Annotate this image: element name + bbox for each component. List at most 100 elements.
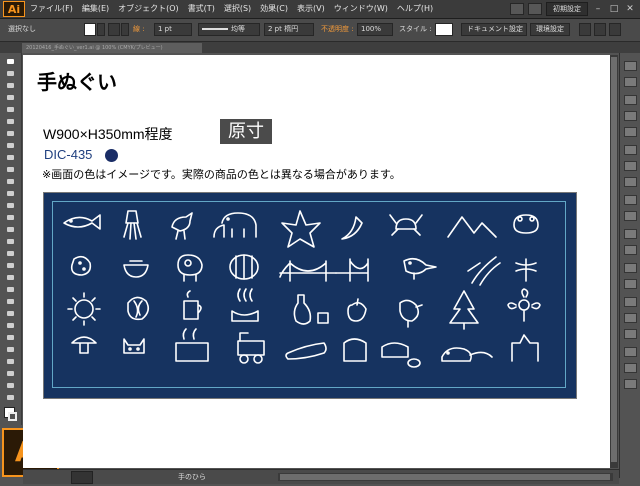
magic-wand-tool-icon[interactable] [5, 81, 16, 90]
menu-help[interactable]: ヘルプ(H) [397, 2, 433, 16]
width-tool-icon[interactable] [5, 225, 16, 234]
stroke-profile-select[interactable]: 均等 [198, 23, 260, 36]
rotate-tool-icon[interactable] [5, 201, 16, 210]
songbird-icon [403, 257, 437, 280]
menu-object[interactable]: オブジェクト(O) [118, 2, 179, 16]
shape-builder-tool-icon[interactable] [5, 249, 16, 258]
bridge-icon[interactable] [510, 3, 524, 15]
scissors-tool-icon[interactable] [5, 369, 16, 378]
stroke-profile-label: 均等 [231, 25, 245, 33]
menu-bar-right: 初期設定 – □ ✕ [510, 2, 636, 16]
stroke-panel-icon[interactable] [624, 145, 637, 155]
artboard[interactable]: 手ぬぐい W900×H350mm程度 原寸 DIC-435 ※画面の色はイメージ… [23, 55, 610, 468]
blob-brush-tool-icon[interactable] [5, 177, 16, 186]
vertical-scrollbar[interactable] [610, 55, 618, 468]
stroke-swatch[interactable] [8, 412, 17, 421]
pencil-tool-icon[interactable] [5, 165, 16, 174]
color-disclaimer: ※画面の色はイメージです。実際の商品の色とは異なる場合があります。 [42, 168, 401, 181]
column-graph-tool-icon[interactable] [5, 333, 16, 342]
gradient-tool-icon[interactable] [5, 285, 16, 294]
brush-select[interactable]: 2 pt 楕円 [264, 23, 314, 36]
document-settings-button[interactable]: ドキュメント設定 [461, 23, 527, 36]
stroke-label[interactable]: 線 : [133, 24, 145, 34]
close-icon[interactable]: ✕ [624, 3, 636, 15]
squid-icon [123, 210, 142, 240]
menu-view[interactable]: 表示(V) [297, 2, 325, 16]
sea-urchin-icon [67, 292, 101, 326]
artboard-tool-icon[interactable] [5, 345, 16, 354]
color-code: DIC-435 [44, 147, 93, 162]
artboards-panel-icon[interactable] [624, 245, 637, 255]
horizontal-scroll-thumb[interactable] [280, 474, 610, 480]
type-tool-icon[interactable] [5, 117, 16, 126]
mountains-icon [447, 216, 497, 238]
vertical-scroll-thumb[interactable] [611, 57, 617, 462]
pen-tool-icon[interactable] [5, 105, 16, 114]
fill-dropdown-icon[interactable] [97, 23, 105, 36]
slice-tool-icon[interactable] [5, 357, 16, 366]
rectangle-tool-icon[interactable] [5, 141, 16, 150]
selection-tool-icon[interactable] [5, 57, 16, 66]
menu-window[interactable]: ウィンドウ(W) [334, 2, 388, 16]
direct-selection-tool-icon[interactable] [5, 69, 16, 78]
pathfinder-panel-icon[interactable] [624, 313, 637, 323]
transform-panel-icon[interactable] [624, 329, 637, 339]
menu-type[interactable]: 書式(T) [188, 2, 215, 16]
minimize-icon[interactable]: – [592, 3, 604, 15]
appearance-panel-icon[interactable] [624, 195, 637, 205]
align-panel-icon[interactable] [624, 297, 637, 307]
color-guide-panel-icon[interactable] [624, 77, 637, 87]
graphic-styles-panel-icon[interactable] [624, 211, 637, 221]
maximize-icon[interactable]: □ [608, 3, 620, 15]
links-panel-icon[interactable] [624, 347, 637, 357]
transform-icon[interactable] [594, 23, 606, 36]
gradient-panel-icon[interactable] [624, 161, 637, 171]
character-panel-icon[interactable] [624, 263, 637, 273]
zoom-field[interactable] [71, 471, 93, 484]
main-menu: ファイル(F) 編集(E) オブジェクト(O) 書式(T) 選択(S) 効果(C… [30, 2, 433, 16]
line-tool-icon[interactable] [5, 129, 16, 138]
symbols-panel-icon[interactable] [624, 127, 637, 137]
brushes-panel-icon[interactable] [624, 111, 637, 121]
arrange-documents-icon[interactable] [528, 3, 542, 15]
paragraph-panel-icon[interactable] [624, 279, 637, 289]
symbol-sprayer-tool-icon[interactable] [5, 321, 16, 330]
graphic-style-select[interactable] [435, 23, 453, 36]
opacity-label[interactable]: 不透明度 : [321, 24, 354, 34]
bridge-span-icon [335, 258, 369, 282]
transparency-panel-icon[interactable] [624, 177, 637, 187]
horizontal-scrollbar[interactable] [278, 473, 613, 481]
layers-panel-icon[interactable] [624, 229, 637, 239]
blend-tool-icon[interactable] [5, 309, 16, 318]
panel-menu-icon[interactable] [609, 23, 621, 36]
eyedropper-tool-icon[interactable] [5, 297, 16, 306]
preferences-button[interactable]: 環境設定 [530, 23, 570, 36]
menu-edit[interactable]: 編集(E) [82, 2, 109, 16]
align-icon[interactable] [579, 23, 591, 36]
zoom-tool-icon[interactable] [5, 393, 16, 402]
mesh-tool-icon[interactable] [5, 273, 16, 282]
stroke-dropdown-icon[interactable] [121, 23, 129, 36]
workspace-switcher[interactable]: 初期設定 [546, 2, 588, 16]
document-tab[interactable]: 20120416_手ぬぐい_ver1.ai @ 100% (CMYK/プレビュー… [22, 43, 202, 53]
menu-select[interactable]: 選択(S) [224, 2, 251, 16]
paintbrush-tool-icon[interactable] [5, 153, 16, 162]
selection-status: 選択なし [8, 25, 36, 33]
eraser-tool-icon[interactable] [5, 189, 16, 198]
opacity-field[interactable]: 100% [357, 23, 393, 36]
perspective-grid-tool-icon[interactable] [5, 261, 16, 270]
free-transform-tool-icon[interactable] [5, 237, 16, 246]
scale-tool-icon[interactable] [5, 213, 16, 222]
lasso-tool-icon[interactable] [5, 93, 16, 102]
menu-effect[interactable]: 効果(C) [260, 2, 288, 16]
navigator-panel-icon[interactable] [624, 363, 637, 373]
info-panel-icon[interactable] [624, 379, 637, 389]
hand-tool-icon[interactable] [5, 381, 16, 390]
stroke-color[interactable] [108, 23, 120, 36]
swatches-panel-icon[interactable] [624, 95, 637, 105]
moon-icon [341, 216, 363, 240]
stroke-weight-field[interactable]: 1 pt [154, 23, 192, 36]
menu-file[interactable]: ファイル(F) [30, 2, 73, 16]
fill-color[interactable] [84, 23, 96, 36]
color-panel-icon[interactable] [624, 61, 637, 71]
